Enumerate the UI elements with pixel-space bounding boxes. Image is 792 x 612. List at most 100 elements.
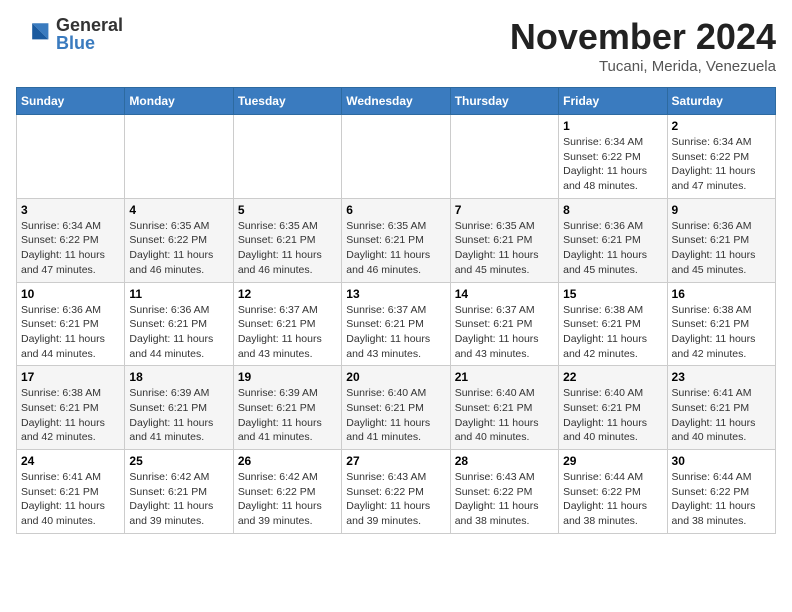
day-info: Sunrise: 6:38 AM Sunset: 6:21 PM Dayligh… bbox=[563, 303, 662, 362]
calendar-cell: 19 Sunrise: 6:39 AM Sunset: 6:21 PM Dayli… bbox=[233, 366, 341, 450]
calendar-cell: 17 Sunrise: 6:38 AM Sunset: 6:21 PM Dayli… bbox=[17, 366, 125, 450]
month-title: November 2024 bbox=[510, 16, 776, 58]
day-number: 16 bbox=[672, 287, 771, 301]
logo-icon bbox=[16, 16, 52, 52]
day-number: 9 bbox=[672, 203, 771, 217]
day-number: 5 bbox=[238, 203, 337, 217]
calendar-cell: 24 Sunrise: 6:41 AM Sunset: 6:21 PM Dayli… bbox=[17, 450, 125, 534]
day-number: 14 bbox=[455, 287, 554, 301]
calendar-cell: 5 Sunrise: 6:35 AM Sunset: 6:21 PM Daylig… bbox=[233, 198, 341, 282]
calendar-cell bbox=[342, 115, 450, 199]
day-number: 15 bbox=[563, 287, 662, 301]
calendar-cell: 18 Sunrise: 6:39 AM Sunset: 6:21 PM Dayli… bbox=[125, 366, 233, 450]
day-number: 4 bbox=[129, 203, 228, 217]
day-info: Sunrise: 6:40 AM Sunset: 6:21 PM Dayligh… bbox=[455, 386, 554, 445]
calendar-cell: 14Sunrise: 6:37 AM Sunset: 6:21 PM Dayli… bbox=[450, 282, 558, 366]
calendar-cell: 28 Sunrise: 6:43 AM Sunset: 6:22 PM Dayli… bbox=[450, 450, 558, 534]
calendar-cell: 2 Sunrise: 6:34 AM Sunset: 6:22 PM Daylig… bbox=[667, 115, 775, 199]
calendar-cell: 1Sunrise: 6:34 AM Sunset: 6:22 PM Daylig… bbox=[559, 115, 667, 199]
day-number: 17 bbox=[21, 370, 120, 384]
logo-general: General bbox=[56, 16, 123, 34]
calendar-cell: 9 Sunrise: 6:36 AM Sunset: 6:21 PM Daylig… bbox=[667, 198, 775, 282]
calendar-cell: 22 Sunrise: 6:40 AM Sunset: 6:21 PM Dayli… bbox=[559, 366, 667, 450]
weekday-header: Friday bbox=[559, 88, 667, 115]
day-number: 19 bbox=[238, 370, 337, 384]
day-number: 11 bbox=[129, 287, 228, 301]
day-info: Sunrise: 6:43 AM Sunset: 6:22 PM Dayligh… bbox=[455, 470, 554, 529]
calendar-cell: 16 Sunrise: 6:38 AM Sunset: 6:21 PM Dayli… bbox=[667, 282, 775, 366]
day-info: Sunrise: 6:38 AM Sunset: 6:21 PM Dayligh… bbox=[672, 303, 771, 362]
day-number: 30 bbox=[672, 454, 771, 468]
calendar-week-row: 24 Sunrise: 6:41 AM Sunset: 6:21 PM Dayli… bbox=[17, 450, 776, 534]
day-number: 7 bbox=[455, 203, 554, 217]
day-info: Sunrise: 6:41 AM Sunset: 6:21 PM Dayligh… bbox=[21, 470, 120, 529]
calendar-cell bbox=[125, 115, 233, 199]
calendar-cell: 7Sunrise: 6:35 AM Sunset: 6:21 PM Daylig… bbox=[450, 198, 558, 282]
day-number: 28 bbox=[455, 454, 554, 468]
day-number: 18 bbox=[129, 370, 228, 384]
weekday-header: Wednesday bbox=[342, 88, 450, 115]
day-info: Sunrise: 6:38 AM Sunset: 6:21 PM Dayligh… bbox=[21, 386, 120, 445]
calendar-week-row: 10 Sunrise: 6:36 AM Sunset: 6:21 PM Dayli… bbox=[17, 282, 776, 366]
calendar-cell: 25 Sunrise: 6:42 AM Sunset: 6:21 PM Dayli… bbox=[125, 450, 233, 534]
calendar-cell: 3Sunrise: 6:34 AM Sunset: 6:22 PM Daylig… bbox=[17, 198, 125, 282]
calendar-cell: 12 Sunrise: 6:37 AM Sunset: 6:21 PM Dayli… bbox=[233, 282, 341, 366]
calendar-cell: 21 Sunrise: 6:40 AM Sunset: 6:21 PM Dayli… bbox=[450, 366, 558, 450]
day-number: 8 bbox=[563, 203, 662, 217]
day-number: 24 bbox=[21, 454, 120, 468]
day-info: Sunrise: 6:37 AM Sunset: 6:21 PM Dayligh… bbox=[238, 303, 337, 362]
day-number: 10 bbox=[21, 287, 120, 301]
day-info: Sunrise: 6:39 AM Sunset: 6:21 PM Dayligh… bbox=[129, 386, 228, 445]
page-header: General Blue November 2024 Tucani, Merid… bbox=[16, 16, 776, 75]
weekday-header: Sunday bbox=[17, 88, 125, 115]
day-info: Sunrise: 6:39 AM Sunset: 6:21 PM Dayligh… bbox=[238, 386, 337, 445]
calendar-cell: 23 Sunrise: 6:41 AM Sunset: 6:21 PM Dayli… bbox=[667, 366, 775, 450]
day-info: Sunrise: 6:40 AM Sunset: 6:21 PM Dayligh… bbox=[563, 386, 662, 445]
day-info: Sunrise: 6:36 AM Sunset: 6:21 PM Dayligh… bbox=[563, 219, 662, 278]
day-info: Sunrise: 6:35 AM Sunset: 6:21 PM Dayligh… bbox=[238, 219, 337, 278]
day-info: Sunrise: 6:42 AM Sunset: 6:21 PM Dayligh… bbox=[129, 470, 228, 529]
day-number: 12 bbox=[238, 287, 337, 301]
day-number: 29 bbox=[563, 454, 662, 468]
weekday-header-row: SundayMondayTuesdayWednesdayThursdayFrid… bbox=[17, 88, 776, 115]
day-info: Sunrise: 6:36 AM Sunset: 6:21 PM Dayligh… bbox=[129, 303, 228, 362]
day-info: Sunrise: 6:40 AM Sunset: 6:21 PM Dayligh… bbox=[346, 386, 445, 445]
day-info: Sunrise: 6:35 AM Sunset: 6:21 PM Dayligh… bbox=[346, 219, 445, 278]
calendar-cell: 10Sunrise: 6:36 AM Sunset: 6:21 PM Dayli… bbox=[17, 282, 125, 366]
calendar-cell: 13Sunrise: 6:37 AM Sunset: 6:21 PM Dayli… bbox=[342, 282, 450, 366]
day-info: Sunrise: 6:37 AM Sunset: 6:21 PM Dayligh… bbox=[346, 303, 445, 362]
day-number: 1 bbox=[563, 119, 662, 133]
day-info: Sunrise: 6:41 AM Sunset: 6:21 PM Dayligh… bbox=[672, 386, 771, 445]
weekday-header: Thursday bbox=[450, 88, 558, 115]
calendar-cell: 4 Sunrise: 6:35 AM Sunset: 6:22 PM Daylig… bbox=[125, 198, 233, 282]
calendar-cell: 26 Sunrise: 6:42 AM Sunset: 6:22 PM Dayli… bbox=[233, 450, 341, 534]
day-info: Sunrise: 6:44 AM Sunset: 6:22 PM Dayligh… bbox=[672, 470, 771, 529]
calendar-cell: 29 Sunrise: 6:44 AM Sunset: 6:22 PM Dayli… bbox=[559, 450, 667, 534]
day-number: 21 bbox=[455, 370, 554, 384]
day-info: Sunrise: 6:34 AM Sunset: 6:22 PM Dayligh… bbox=[672, 135, 771, 194]
day-number: 27 bbox=[346, 454, 445, 468]
day-info: Sunrise: 6:42 AM Sunset: 6:22 PM Dayligh… bbox=[238, 470, 337, 529]
calendar-cell: 6Sunrise: 6:35 AM Sunset: 6:21 PM Daylig… bbox=[342, 198, 450, 282]
day-info: Sunrise: 6:36 AM Sunset: 6:21 PM Dayligh… bbox=[672, 219, 771, 278]
day-info: Sunrise: 6:34 AM Sunset: 6:22 PM Dayligh… bbox=[21, 219, 120, 278]
calendar-week-row: 1 Sunrise: 6:34 AM Sunset: 6:22 PM Daylig… bbox=[17, 115, 776, 199]
day-info: Sunrise: 6:44 AM Sunset: 6:22 PM Dayligh… bbox=[563, 470, 662, 529]
day-info: Sunrise: 6:43 AM Sunset: 6:22 PM Dayligh… bbox=[346, 470, 445, 529]
location-subtitle: Tucani, Merida, Venezuela bbox=[510, 58, 776, 75]
day-number: 20 bbox=[346, 370, 445, 384]
day-number: 2 bbox=[672, 119, 771, 133]
weekday-header: Saturday bbox=[667, 88, 775, 115]
day-number: 23 bbox=[672, 370, 771, 384]
logo-text: General Blue bbox=[56, 16, 123, 52]
calendar-cell: 20 Sunrise: 6:40 AM Sunset: 6:21 PM Dayli… bbox=[342, 366, 450, 450]
day-number: 22 bbox=[563, 370, 662, 384]
weekday-header: Monday bbox=[125, 88, 233, 115]
day-number: 26 bbox=[238, 454, 337, 468]
calendar-cell: 30 Sunrise: 6:44 AM Sunset: 6:22 PM Dayli… bbox=[667, 450, 775, 534]
calendar-cell: 8 Sunrise: 6:36 AM Sunset: 6:21 PM Daylig… bbox=[559, 198, 667, 282]
day-info: Sunrise: 6:35 AM Sunset: 6:22 PM Dayligh… bbox=[129, 219, 228, 278]
day-number: 25 bbox=[129, 454, 228, 468]
calendar-cell bbox=[17, 115, 125, 199]
calendar-cell bbox=[233, 115, 341, 199]
